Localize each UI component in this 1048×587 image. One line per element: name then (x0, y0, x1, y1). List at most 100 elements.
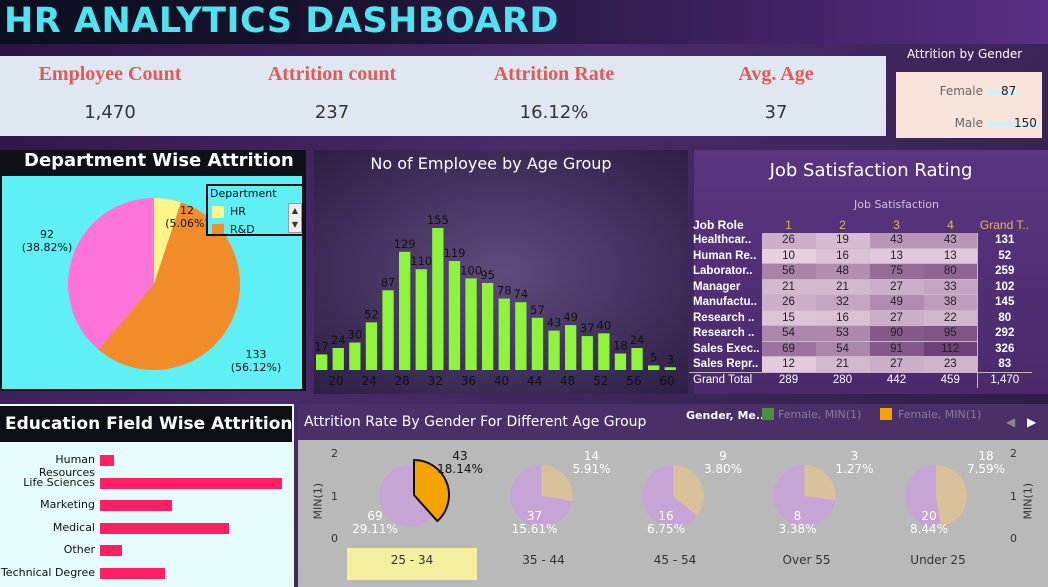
chevron-down-icon[interactable]: ▼ (289, 218, 301, 232)
age-bar[interactable] (531, 317, 544, 370)
job-value-cell: 442 (869, 371, 924, 388)
age-bar[interactable] (648, 365, 660, 370)
dashboard-title: HR ANALYTICS DASHBOARD (4, 1, 559, 41)
chevron-right-icon[interactable]: ▶ (1027, 415, 1036, 429)
education-bar[interactable] (100, 500, 172, 512)
job-value-cell: 21 (815, 279, 870, 295)
job-value-cell: 13 (869, 248, 924, 264)
job-table-header[interactable]: 2 (816, 217, 870, 233)
job-value-cell: 27 (869, 356, 924, 373)
job-table-header[interactable]: Grand T.. (978, 217, 1032, 233)
gender-legend-swatch-2 (880, 408, 892, 420)
age-bar[interactable] (432, 228, 444, 370)
job-role-cell: Manufactu.. (693, 296, 757, 309)
job-value-cell: 32 (815, 294, 870, 311)
job-value-cell: 91 (869, 341, 924, 357)
job-value-cell: 80 (923, 263, 978, 280)
age-group-chart: 17 24 3052871291101551191009578 745743 4937 4… (314, 213, 676, 388)
age-tick-label: 20 (328, 374, 343, 388)
age-group-tab[interactable]: 45 - 54 (610, 548, 740, 580)
dept-label-rd: 133 (56.12%) (230, 348, 282, 374)
job-table-header[interactable]: Job Role (689, 217, 762, 233)
job-role-cell: Research .. (693, 311, 755, 324)
age-bar[interactable] (548, 330, 560, 370)
job-table-header[interactable]: 4 (924, 217, 978, 233)
age-bar[interactable] (349, 342, 361, 370)
age-bar[interactable] (498, 298, 510, 370)
age-bar[interactable] (415, 269, 427, 370)
age-bar[interactable] (465, 278, 477, 370)
job-role-cell: Healthcar.. (693, 234, 752, 247)
age-pie-bottom-label: 20 8.44% (909, 509, 949, 536)
job-role-cell: Human Re.. (693, 249, 757, 262)
job-role-cell: Sales Exec.. (693, 342, 760, 355)
job-value-cell: 49 (869, 294, 924, 311)
age-bar-label: 110 (410, 254, 432, 268)
age-bar[interactable] (598, 333, 610, 370)
education-bar[interactable] (100, 545, 123, 557)
education-bar[interactable] (100, 455, 115, 466)
legend-item-hr[interactable]: HR (230, 205, 246, 218)
age-bar-label: 18 (613, 339, 628, 353)
job-value-cell: 75 (869, 263, 924, 280)
job-table-row: Healthcar.. 26 19 43 43 131 (689, 232, 1032, 249)
age-bar[interactable] (664, 367, 676, 370)
age-group-tab[interactable]: Under 25 (873, 548, 1003, 580)
age-group-tab[interactable]: 35 - 44 (479, 548, 609, 580)
age-bar[interactable] (316, 354, 328, 370)
gender-legend-item-2[interactable]: Female, MIN(1) (898, 408, 981, 421)
legend-item-rd[interactable]: R&D (230, 223, 255, 234)
age-bar-label: 43 (547, 316, 562, 330)
legend-scrollbar[interactable]: ▲ ▼ (288, 203, 302, 233)
kpi-label-employee-count: Employee Count (38, 63, 182, 85)
job-total-cell: 131 (977, 232, 1032, 248)
age-tick-label: 28 (395, 374, 410, 388)
job-value-cell: 26 (761, 294, 816, 311)
age-tick-label: 44 (527, 374, 542, 388)
education-bar[interactable] (100, 477, 282, 489)
age-bar[interactable] (365, 322, 378, 370)
age-group-tab[interactable]: Over 55 (742, 548, 872, 580)
job-table-row: Research .. 15 16 27 22 80 (689, 310, 1032, 326)
job-value-cell: 26 (761, 232, 816, 249)
job-value-cell: 13 (923, 248, 978, 264)
education-bar[interactable] (100, 522, 229, 534)
gender-legend-item-1[interactable]: Female, MIN(1) (778, 408, 861, 421)
age-bar-label: 57 (530, 303, 545, 317)
chevron-up-icon[interactable]: ▲ (289, 204, 301, 218)
kpi-value-employee-count: 1,470 (84, 102, 136, 123)
age-bar[interactable] (332, 348, 344, 370)
job-satisfaction-column-group: Job Satisfaction (854, 198, 940, 211)
job-satisfaction-table: Job Role 1 2 3 4 Grand T.. Healthcar.. 26 19 43 4… (689, 217, 1032, 388)
age-bar[interactable] (614, 353, 627, 370)
age-bar-label: 119 (443, 246, 465, 260)
age-bar-label: 5 (650, 350, 657, 364)
age-tick-label: 48 (560, 374, 575, 388)
age-bar-label: 30 (348, 328, 363, 342)
age-bar[interactable] (565, 325, 577, 370)
legend-swatch-rd (212, 224, 224, 234)
age-bar[interactable] (515, 302, 527, 370)
age-bar[interactable] (399, 251, 411, 370)
job-total-cell: 80 (977, 310, 1032, 326)
age-bar[interactable] (448, 260, 461, 370)
job-total-cell: 326 (977, 341, 1032, 357)
age-bar[interactable] (631, 348, 643, 370)
department-legend: Department HR R&D ▲ ▼ (206, 184, 304, 236)
age-bar[interactable] (382, 290, 394, 370)
age-group-tab[interactable]: 25 - 34 (347, 548, 477, 580)
education-label: Life Sciences (23, 475, 95, 489)
age-bar[interactable] (581, 336, 593, 370)
age-bar[interactable] (482, 282, 494, 370)
education-bar[interactable] (100, 568, 166, 579)
job-value-cell: 12 (761, 356, 816, 373)
job-table-header[interactable]: 3 (870, 217, 924, 233)
job-table-header[interactable]: 1 (762, 217, 816, 233)
job-total-cell: 83 (977, 356, 1032, 372)
age-pie-top-label: 3 1.27% (835, 449, 874, 476)
gender-value-female: 87 (1001, 84, 1017, 98)
chevron-left-icon[interactable]: ◀ (1006, 415, 1015, 429)
job-value-cell: 23 (923, 356, 978, 373)
age-pie-top-label: 14 5.91% (572, 449, 611, 476)
age-bar-label: 74 (514, 287, 529, 301)
